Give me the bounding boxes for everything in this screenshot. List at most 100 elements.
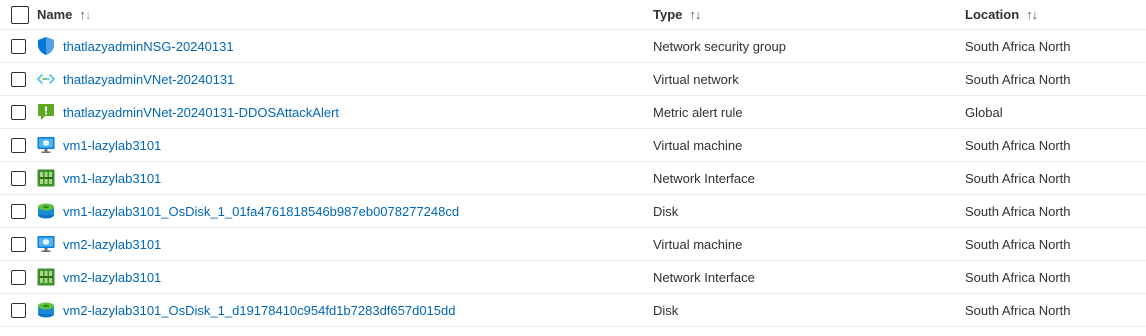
resource-name-link[interactable]: vm1-lazylab3101_OsDisk_1_01fa4761818546b… [63,204,459,219]
select-all-checkbox[interactable] [11,5,29,24]
row-select-cell [0,30,41,62]
row-checkbox[interactable] [11,236,26,252]
type-cell: Network Interface [653,261,755,293]
table-row[interactable]: vm2-lazylab3101_OsDisk_1_d19178410c954fd… [0,294,1146,327]
row-checkbox[interactable] [11,137,26,153]
row-checkbox[interactable] [11,104,26,120]
type-cell: Virtual machine [653,228,742,260]
row-select-cell [0,96,41,128]
table-row[interactable]: vm1-lazylab3101 Network Interface South … [0,162,1146,195]
resource-type: Network security group [653,38,786,54]
location-cell: South Africa North [965,195,1071,227]
row-select-cell [0,195,41,227]
row-select-cell [0,129,41,161]
virtual-machine-icon [37,136,55,154]
disk-icon [37,202,55,220]
resource-type: Disk [653,203,679,219]
resource-type: Network Interface [653,170,755,186]
type-cell: Virtual network [653,63,739,95]
resource-type: Virtual machine [653,236,743,252]
row-checkbox[interactable] [11,302,26,318]
sort-arrows-icon[interactable]: ↑↓ [1026,7,1038,22]
resource-location: South Africa North [965,170,1071,186]
resource-name-link[interactable]: thatlazyadminVNet-20240131 [63,72,234,87]
location-cell: South Africa North [965,261,1071,293]
name-cell: vm2-lazylab3101_OsDisk_1_d19178410c954fd… [37,294,455,326]
select-all-cell [0,0,41,29]
column-header-location[interactable]: Location ↑↓ [965,0,1038,29]
row-checkbox[interactable] [11,203,26,219]
type-cell: Virtual machine [653,129,742,161]
column-header-name-label: Name [37,7,73,22]
type-cell: Disk [653,195,678,227]
name-cell: vm2-lazylab3101 [37,261,161,293]
network-interface-icon [37,268,55,286]
location-cell: South Africa North [965,30,1071,62]
type-cell: Network security group [653,30,786,62]
location-cell: South Africa North [965,63,1071,95]
row-select-cell [0,63,41,95]
sort-arrows-icon[interactable]: ↑↓ [79,7,91,22]
location-cell: South Africa North [965,129,1071,161]
type-cell: Disk [653,294,678,326]
column-header-type[interactable]: Type ↑↓ [653,0,701,29]
row-checkbox[interactable] [11,71,26,87]
resource-name-link[interactable]: thatlazyadminNSG-20240131 [63,39,234,54]
column-header-name[interactable]: Name ↑↓ [37,0,91,29]
resource-location: South Africa North [965,71,1071,87]
resources-grid: Name ↑↓ Type ↑↓ Location ↑↓ thatlazyadmi… [0,0,1146,327]
table-row[interactable]: vm1-lazylab3101_OsDisk_1_01fa4761818546b… [0,195,1146,228]
resource-name-link[interactable]: vm1-lazylab3101 [63,138,161,153]
table-row[interactable]: thatlazyadminVNet-20240131 Virtual netwo… [0,63,1146,96]
table-row[interactable]: thatlazyadminVNet-20240131-DDOSAttackAle… [0,96,1146,129]
type-cell: Network Interface [653,162,755,194]
location-cell: Global [965,96,1003,128]
location-cell: South Africa North [965,294,1071,326]
network-security-group-icon [37,37,55,55]
name-cell: vm2-lazylab3101 [37,228,161,260]
resource-type: Virtual network [653,71,739,87]
alert-rule-icon [37,103,55,121]
resource-name-link[interactable]: vm2-lazylab3101_OsDisk_1_d19178410c954fd… [63,303,455,318]
row-select-cell [0,228,41,260]
table-row[interactable]: vm2-lazylab3101 Network Interface South … [0,261,1146,294]
resource-name-link[interactable]: thatlazyadminVNet-20240131-DDOSAttackAle… [63,105,339,120]
resource-name-link[interactable]: vm1-lazylab3101 [63,171,161,186]
name-cell: thatlazyadminVNet-20240131-DDOSAttackAle… [37,96,339,128]
disk-icon [37,301,55,319]
resource-type: Virtual machine [653,137,743,153]
row-select-cell [0,294,41,326]
resource-type: Network Interface [653,269,755,285]
name-cell: vm1-lazylab3101_OsDisk_1_01fa4761818546b… [37,195,459,227]
row-checkbox[interactable] [11,170,26,186]
table-row[interactable]: thatlazyadminNSG-20240131 Network securi… [0,30,1146,63]
name-cell: vm1-lazylab3101 [37,162,161,194]
column-header-location-label: Location [965,7,1020,22]
table-row[interactable]: vm1-lazylab3101 Virtual machine South Af… [0,129,1146,162]
column-header-type-label: Type [653,7,683,22]
resource-location: South Africa North [965,302,1071,318]
resource-location: South Africa North [965,269,1071,285]
location-cell: South Africa North [965,162,1071,194]
sort-arrows-icon[interactable]: ↑↓ [689,7,701,22]
grid-header: Name ↑↓ Type ↑↓ Location ↑↓ [0,0,1146,30]
resource-name-link[interactable]: vm2-lazylab3101 [63,237,161,252]
table-row[interactable]: vm2-lazylab3101 Virtual machine South Af… [0,228,1146,261]
row-select-cell [0,162,41,194]
network-interface-icon [37,169,55,187]
resource-type: Metric alert rule [653,104,743,120]
resource-location: South Africa North [965,203,1071,219]
resource-location: South Africa North [965,38,1071,54]
resource-name-link[interactable]: vm2-lazylab3101 [63,270,161,285]
resource-location: Global [965,104,1003,120]
virtual-machine-icon [37,235,55,253]
row-checkbox[interactable] [11,269,26,285]
type-cell: Metric alert rule [653,96,743,128]
name-cell: vm1-lazylab3101 [37,129,161,161]
resource-location: South Africa North [965,236,1071,252]
resource-type: Disk [653,302,679,318]
resource-location: South Africa North [965,137,1071,153]
location-cell: South Africa North [965,228,1071,260]
row-checkbox[interactable] [11,38,26,54]
name-cell: thatlazyadminNSG-20240131 [37,30,234,62]
